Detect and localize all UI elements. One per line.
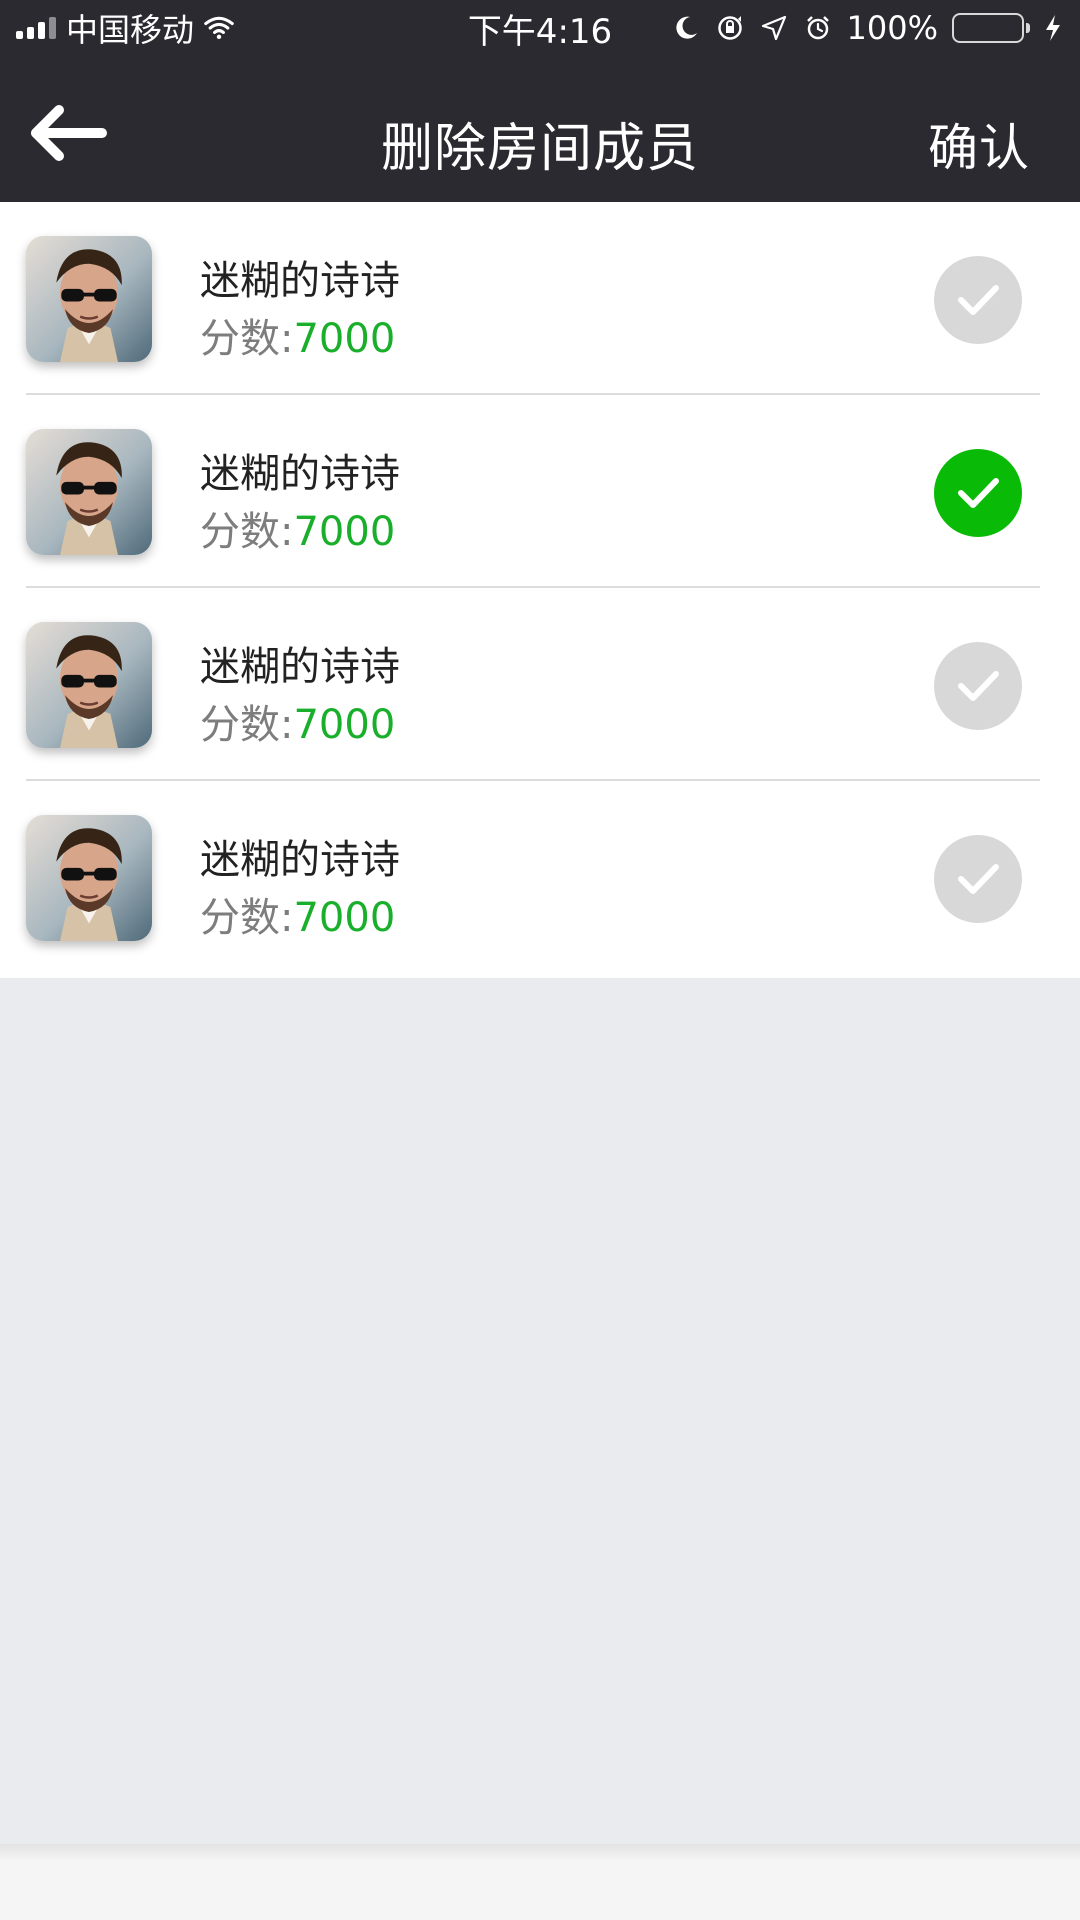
score-label: 分数: (200, 702, 294, 748)
avatar (26, 815, 152, 941)
avatar (26, 429, 152, 555)
app-screen: 中国移动 下午4:16 100% 删除房间成员 确认 迷糊的诗诗 分数:7000… (0, 0, 1080, 1920)
status-right: 100% (671, 0, 1068, 56)
empty-list-area (0, 978, 1080, 1844)
member-name: 迷糊的诗诗 (200, 644, 400, 690)
alarm-icon (803, 13, 833, 43)
member-name: 迷糊的诗诗 (200, 258, 400, 304)
score-label: 分数: (200, 895, 294, 941)
charging-icon (1038, 13, 1068, 43)
check-icon (958, 478, 999, 508)
member-row-2[interactable]: 迷糊的诗诗 分数:7000 (0, 395, 1080, 588)
member-score: 分数:7000 (200, 499, 395, 557)
page-title: 删除房间成员 (380, 119, 699, 179)
score-value: 7000 (293, 316, 396, 362)
select-toggle[interactable] (934, 256, 1022, 344)
moon-icon (671, 13, 701, 43)
battery-icon (952, 13, 1030, 43)
member-score: 分数:7000 (200, 306, 395, 364)
status-bar: 中国移动 下午4:16 100% (0, 0, 1080, 56)
check-icon (958, 671, 999, 701)
location-icon (759, 13, 789, 43)
select-toggle[interactable] (934, 449, 1022, 537)
select-toggle[interactable] (934, 642, 1022, 730)
score-label: 分数: (200, 316, 294, 362)
bottom-strip (0, 1844, 1080, 1920)
member-name: 迷糊的诗诗 (200, 451, 400, 497)
score-label: 分数: (200, 509, 294, 555)
avatar (26, 622, 152, 748)
check-icon (958, 864, 999, 894)
member-score: 分数:7000 (200, 692, 395, 750)
battery-percent: 100% (846, 9, 938, 47)
member-row-3[interactable]: 迷糊的诗诗 分数:7000 (0, 588, 1080, 781)
avatar (26, 236, 152, 362)
member-row-4[interactable]: 迷糊的诗诗 分数:7000 (0, 781, 1080, 978)
member-score: 分数:7000 (200, 885, 395, 943)
member-row-1[interactable]: 迷糊的诗诗 分数:7000 (0, 202, 1080, 395)
confirm-button[interactable]: 确认 (928, 108, 1030, 180)
member-name: 迷糊的诗诗 (200, 837, 400, 883)
score-value: 7000 (293, 895, 396, 941)
rotation-lock-icon (715, 13, 745, 43)
select-toggle[interactable] (934, 835, 1022, 923)
member-list: 迷糊的诗诗 分数:7000 迷糊的诗诗 分数:7000 迷糊的诗诗 分数:700… (0, 202, 1080, 978)
navigation-bar: 删除房间成员 确认 (0, 56, 1080, 202)
score-value: 7000 (293, 702, 396, 748)
check-icon (958, 285, 999, 315)
score-value: 7000 (293, 509, 396, 555)
